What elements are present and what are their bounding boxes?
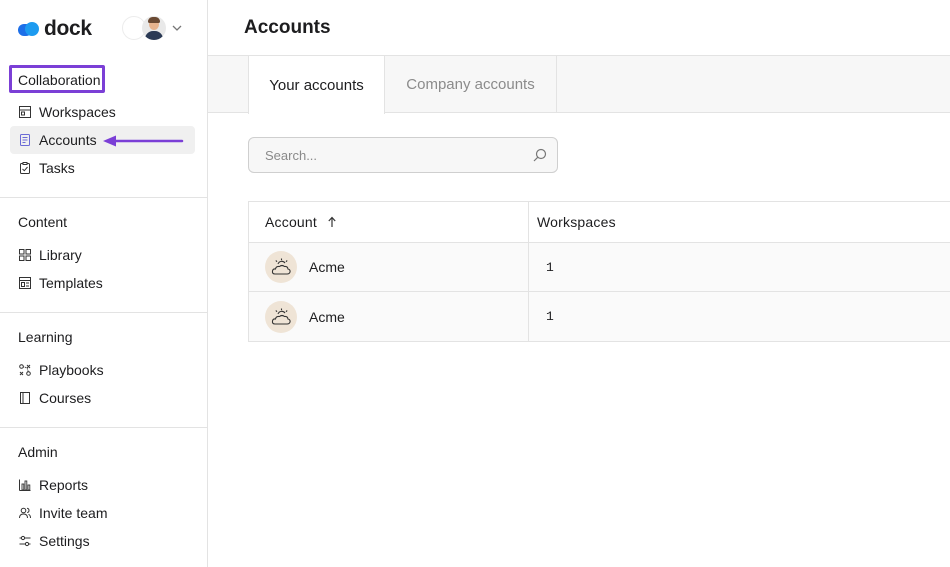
sort-ascending-icon[interactable] (327, 216, 337, 228)
section-title-learning: Learning (18, 329, 73, 345)
cloud-sun-icon (265, 251, 297, 283)
account-name: Acme (309, 259, 345, 275)
sidebar-item-label: Tasks (39, 160, 75, 176)
brand-name: dock (44, 17, 92, 40)
sidebar: dock Collaboration Workspaces Accounts T… (0, 0, 208, 567)
table-row[interactable]: Acme 1 (249, 292, 950, 341)
library-icon (19, 249, 31, 261)
dock-logo-icon (18, 21, 40, 37)
account-name: Acme (309, 308, 345, 325)
section-title-admin: Admin (18, 444, 58, 460)
user-avatar (142, 16, 166, 40)
column-header-label: Account (265, 214, 317, 230)
divider (0, 427, 207, 428)
divider (0, 197, 207, 198)
sidebar-item-label: Settings (39, 533, 90, 549)
sidebar-item-templates[interactable]: Templates (10, 269, 195, 297)
courses-icon (20, 392, 30, 404)
table-header: Account Workspaces (249, 202, 950, 243)
column-header-account[interactable]: Account (249, 202, 529, 242)
cloud-sun-icon (265, 300, 297, 333)
settings-icon (19, 535, 31, 547)
sidebar-item-playbooks[interactable]: Playbooks (10, 356, 195, 384)
brand-logo[interactable]: dock (18, 17, 92, 40)
sidebar-item-label: Workspaces (39, 104, 116, 120)
sidebar-item-settings[interactable]: Settings (10, 527, 195, 555)
column-header-workspaces[interactable]: Workspaces (529, 202, 950, 242)
account-cell: Acme (249, 292, 529, 341)
search-input[interactable] (265, 147, 533, 163)
page-title: Accounts (244, 17, 331, 38)
tab-company-accounts[interactable]: Company accounts (385, 56, 557, 113)
sidebar-item-label: Library (39, 247, 82, 263)
accounts-icon (20, 134, 30, 146)
reports-icon (19, 479, 31, 491)
chevron-down-icon (172, 25, 182, 31)
sidebar-item-label: Playbooks (39, 362, 104, 378)
sidebar-item-reports[interactable]: Reports (10, 471, 195, 499)
section-title-collaboration: Collaboration (9, 65, 105, 93)
tabs-bar: Your accounts Company accounts (208, 55, 950, 114)
playbooks-icon (19, 364, 31, 376)
sidebar-item-label: Courses (39, 390, 92, 406)
sidebar-item-label: Reports (39, 477, 89, 493)
section-title-content: Content (18, 214, 68, 230)
workspaces-count: 1 (546, 309, 554, 324)
sidebar-item-label: Invite team (39, 505, 108, 521)
workspaces-icon (19, 106, 31, 118)
sidebar-item-invite-team[interactable]: Invite team (10, 499, 195, 527)
account-cell: Acme (249, 243, 529, 291)
sidebar-item-label: Templates (39, 275, 103, 291)
tab-your-accounts[interactable]: Your accounts (248, 56, 385, 114)
sidebar-item-tasks[interactable]: Tasks (10, 154, 195, 182)
divider (0, 312, 207, 313)
search-icon[interactable] (533, 148, 547, 162)
sidebar-item-label: Accounts (39, 132, 97, 148)
annotation-arrow (103, 135, 184, 147)
workspaces-count: 1 (546, 259, 554, 275)
templates-icon (19, 277, 31, 289)
sidebar-item-workspaces[interactable]: Workspaces (10, 98, 195, 126)
sidebar-item-courses[interactable]: Courses (10, 384, 195, 412)
account-switcher[interactable] (122, 16, 182, 40)
table-row[interactable]: Acme 1 (249, 243, 950, 292)
invite-team-icon (19, 507, 31, 519)
search-box (248, 137, 558, 173)
sidebar-item-library[interactable]: Library (10, 241, 195, 269)
main-content: Accounts Your accounts Company accounts … (208, 0, 950, 567)
accounts-table: Account Workspaces Acme 1 Acme 1 (248, 201, 950, 342)
tasks-icon (20, 162, 30, 174)
